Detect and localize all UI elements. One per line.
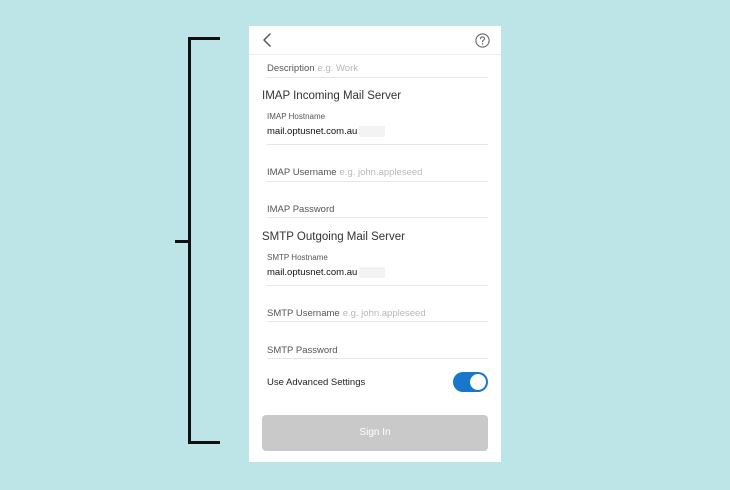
imap-username-field[interactable]: IMAP Username e.g. john.appleseed (267, 162, 488, 182)
description-placeholder: e.g. Work (317, 63, 359, 74)
bracket-annotation-top (188, 37, 220, 40)
description-label: Description (267, 63, 315, 74)
question-circle-icon[interactable] (475, 33, 490, 48)
imap-username-placeholder: e.g. john.appleseed (339, 167, 423, 178)
advanced-settings-label: Use Advanced Settings (267, 377, 366, 388)
smtp-section-heading: SMTP Outgoing Mail Server (262, 231, 405, 243)
screen: Description e.g. Work IMAP Incoming Mail … (0, 0, 730, 490)
advanced-settings-row: Use Advanced Settings (267, 370, 488, 396)
account-settings-panel: Description e.g. Work IMAP Incoming Mail … (249, 26, 501, 462)
advanced-settings-toggle[interactable] (453, 372, 488, 392)
sign-in-button[interactable]: Sign In (262, 415, 488, 451)
imap-hostname-field[interactable]: IMAP Hostname mail.optusnet.com.au (267, 112, 488, 145)
smtp-username-field[interactable]: SMTP Username e.g. john.appleseed (267, 303, 488, 322)
imap-hostname-label: IMAP Hostname (267, 112, 326, 121)
smtp-username-placeholder: e.g. john.appleseed (342, 308, 426, 319)
smtp-hostname-value[interactable]: mail.optusnet.com.au (267, 267, 386, 278)
imap-password-label: IMAP Password (267, 204, 335, 215)
imap-password-field[interactable]: IMAP Password (267, 199, 488, 218)
smtp-password-field[interactable]: SMTP Password (267, 340, 488, 359)
smtp-password-label: SMTP Password (267, 345, 338, 356)
smtp-hostname-field[interactable]: SMTP Hostname mail.optusnet.com.au (267, 253, 488, 286)
bracket-annotation-tick (175, 240, 189, 243)
toggle-knob (470, 374, 486, 390)
description-field[interactable]: Description e.g. Work (267, 58, 488, 78)
imap-hostname-value[interactable]: mail.optusnet.com.au (267, 126, 386, 137)
imap-section-heading: IMAP Incoming Mail Server (262, 90, 402, 102)
bracket-annotation-bottom (188, 441, 220, 444)
chevron-left-icon[interactable] (260, 32, 276, 48)
smtp-hostname-label: SMTP Hostname (267, 253, 328, 262)
nav-bar (249, 26, 501, 55)
imap-username-label: IMAP Username (267, 167, 337, 178)
smtp-username-label: SMTP Username (267, 308, 340, 319)
